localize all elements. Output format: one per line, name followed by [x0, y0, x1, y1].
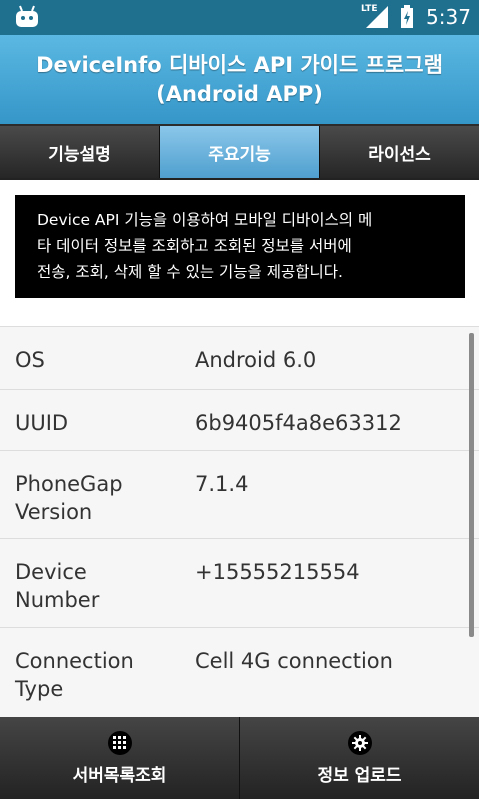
device-info-list[interactable]: OS Android 6.0 UUID 6b9405f4a8e63312 Pho… [0, 327, 479, 717]
description-area: Device API 기능을 이용하여 모바일 디바이스의 메 타 데이터 정보… [0, 180, 479, 327]
title-line-1: DeviceInfo 디바이스 API 가이드 프로그램 [36, 53, 443, 77]
description-box: Device API 기능을 이용하여 모바일 디바이스의 메 타 데이터 정보… [15, 195, 465, 298]
info-row-os: OS Android 6.0 [0, 327, 479, 390]
server-list-button[interactable]: 서버목록조회 [0, 717, 240, 799]
status-time: 5:37 [426, 5, 471, 29]
info-row-phonegap-version: PhoneGap Version 7.1.4 [0, 451, 479, 539]
info-value: Android 6.0 [195, 348, 317, 372]
upload-info-label: 정보 업로드 [317, 765, 402, 786]
title-line-2: (Android APP) [156, 82, 323, 106]
info-row-uuid: UUID 6b9405f4a8e63312 [0, 390, 479, 451]
tab-bar: 기능설명 주요기능 라이선스 [0, 126, 479, 180]
app-header: DeviceInfo 디바이스 API 가이드 프로그램 (Android AP… [0, 35, 479, 126]
description-line: 전송, 조회, 삭제 할 수 있는 기능을 제공합니다. [37, 263, 343, 281]
info-key: Device Number [15, 560, 100, 612]
info-value: +15555215554 [195, 560, 360, 584]
gear-icon [347, 730, 372, 755]
info-key: PhoneGap Version [15, 472, 123, 524]
info-value: 7.1.4 [195, 472, 249, 496]
tab-license[interactable]: 라이선스 [320, 126, 479, 178]
status-bar: LTE 5:37 [0, 0, 479, 35]
info-row-device-number: Device Number +15555215554 [0, 539, 479, 628]
tab-main-features[interactable]: 주요기능 [160, 126, 320, 178]
grid-icon [107, 730, 132, 755]
description-line: 타 데이터 정보를 조회하고 조회된 정보를 서버에 [37, 237, 352, 255]
server-list-label: 서버목록조회 [72, 765, 167, 786]
list-scrollbar[interactable] [469, 333, 474, 637]
upload-info-button[interactable]: 정보 업로드 [240, 717, 479, 799]
android-icon [16, 5, 38, 27]
info-value: Cell 4G connection [195, 649, 393, 673]
info-value: 6b9405f4a8e63312 [195, 411, 402, 435]
page-title: DeviceInfo 디바이스 API 가이드 프로그램 (Android AP… [0, 35, 479, 109]
description-line: Device API 기능을 이용하여 모바일 디바이스의 메 [37, 211, 373, 229]
info-key: OS [15, 348, 45, 372]
info-key: UUID [15, 411, 69, 435]
signal-icon [366, 6, 388, 28]
tab-feature-description[interactable]: 기능설명 [0, 126, 160, 178]
bottom-action-bar: 서버목록조회 정보 업로드 [0, 717, 479, 799]
battery-charging-icon [401, 5, 413, 28]
info-row-connection-type: Connection Type Cell 4G connection [0, 628, 479, 717]
info-key: Connection Type [15, 649, 134, 701]
